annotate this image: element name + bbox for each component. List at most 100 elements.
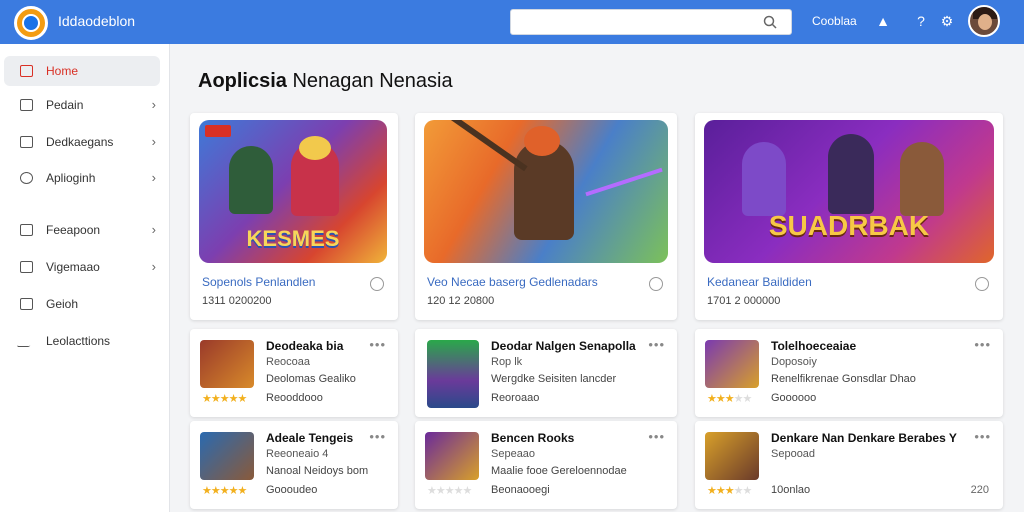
edit-icon xyxy=(16,335,37,347)
sidebar-item-home[interactable]: Home xyxy=(4,56,160,86)
app-thumbnail xyxy=(705,340,759,388)
sidebar-item-leolacttions[interactable]: Leolacttions xyxy=(4,326,160,356)
star-rating: ★★★★★ xyxy=(202,485,247,497)
app-count: 220 xyxy=(970,484,989,496)
featured-card[interactable]: SUADRBAK Kedanear Baildiden 1701 2 00000… xyxy=(695,113,1003,320)
app-description: Nanoal Neidoys bom xyxy=(266,465,369,477)
app-thumbnail xyxy=(200,340,254,388)
gear-icon[interactable]: ⚙ xyxy=(938,12,956,30)
app-title: Iddaodeblon xyxy=(58,13,136,29)
sidebar-item-label: Pedain xyxy=(46,98,84,112)
sidebar-item-label: Vigemaao xyxy=(46,260,100,274)
more-options-icon[interactable]: ••• xyxy=(369,429,386,444)
search-icon[interactable] xyxy=(763,15,777,29)
app-title: Deodar Nalgen Senapolla xyxy=(491,339,636,353)
app-description: Wergdke Seisiten lancder xyxy=(491,373,617,385)
sidebar-item-label: Home xyxy=(46,64,79,78)
app-subtitle: Reeoneaio 4 xyxy=(266,448,329,460)
list-item[interactable]: Deodar Nalgen Senapolla Rop lk Wergdke S… xyxy=(415,329,677,417)
featured-card[interactable]: Veo Necae baserg Gedlenadars 120 12 2080… xyxy=(415,113,677,320)
chevron-right-icon: › xyxy=(151,134,156,149)
app-footer: Reooddooo xyxy=(266,392,323,404)
app-footer: Reoroaao xyxy=(491,392,540,404)
list-item[interactable]: Tolelhoeceaiae Doposoiy Renelfikrenae Go… xyxy=(695,329,1003,417)
home-icon xyxy=(20,65,33,77)
sidebar: Home Pedain › Dedkaegans › Aplioginh › F… xyxy=(0,44,170,512)
app-subtitle: Reocoaa xyxy=(266,356,311,368)
star-rating: ★★★★★ xyxy=(202,393,247,405)
chevron-right-icon: › xyxy=(151,97,156,112)
featured-meta: 1311 0200200 xyxy=(202,295,272,307)
app-subtitle: Doposoiy xyxy=(771,356,817,368)
sidebar-item-vigemaao[interactable]: Vigemaao › xyxy=(4,252,160,282)
app-description: Maalie fooe Gereloennodae xyxy=(491,465,627,477)
star-rating: ★★★★★ xyxy=(427,485,472,497)
sidebar-item-label: Feeapoon xyxy=(46,223,101,237)
share-icon[interactable] xyxy=(975,277,989,291)
app-title: Adeale Tengeis xyxy=(266,431,354,445)
star-rating: ★★★★★ xyxy=(707,393,752,405)
chevron-right-icon: › xyxy=(151,222,156,237)
app-subtitle: Sepeaao xyxy=(491,448,536,460)
chevron-right-icon: › xyxy=(151,259,156,274)
page-title: Aoplicsia Nenagan Nenasia xyxy=(198,70,453,92)
app-description: Deolomas Gealiko xyxy=(266,373,356,385)
app-subtitle: Rop lk xyxy=(491,356,523,368)
document-icon xyxy=(20,99,33,111)
app-thumbnail xyxy=(705,432,759,480)
sidebar-item-label: Aplioginh xyxy=(46,171,96,185)
more-options-icon[interactable]: ••• xyxy=(974,429,991,444)
avatar[interactable] xyxy=(968,5,1000,37)
featured-meta: 120 12 20800 xyxy=(427,295,495,307)
help-icon[interactable]: ? xyxy=(912,12,930,30)
sidebar-item-feeapoon[interactable]: Feeapoon › xyxy=(4,215,160,245)
share-icon[interactable] xyxy=(370,277,384,291)
featured-card[interactable]: KESMES Sopenols Penlandlen 1311 0200200 xyxy=(190,113,398,320)
more-options-icon[interactable]: ••• xyxy=(974,337,991,352)
search-input[interactable] xyxy=(510,9,792,35)
user-icon[interactable]: ▲ xyxy=(874,12,892,30)
app-description: Renelfikrenae Gonsdlar Dhao xyxy=(771,373,916,385)
app-footer: Goooooo xyxy=(771,392,817,404)
chevron-right-icon: › xyxy=(151,170,156,185)
app-thumbnail xyxy=(427,340,479,408)
app-footer: Goooudeo xyxy=(266,484,318,496)
list-item[interactable]: Bencen Rooks Sepeaao Maalie fooe Gereloe… xyxy=(415,421,677,509)
more-options-icon[interactable]: ••• xyxy=(648,429,665,444)
list-item[interactable]: Adeale Tengeis Reeoneaio 4 Nanoal Neidoy… xyxy=(190,421,398,509)
sidebar-item-aplioginh[interactable]: Aplioginh › xyxy=(4,163,160,193)
app-title: Tolelhoeceaiae xyxy=(771,339,857,353)
app-footer: 10onlao xyxy=(771,484,811,496)
app-logo-icon[interactable] xyxy=(14,6,48,40)
app-thumbnail xyxy=(200,432,254,480)
more-options-icon[interactable]: ••• xyxy=(369,337,386,352)
more-options-icon[interactable]: ••• xyxy=(648,337,665,352)
compass-icon xyxy=(20,172,33,184)
top-bar: Iddaodeblon Cooblaa ▲ ? ⚙ xyxy=(0,0,1024,44)
app-title: Bencen Rooks xyxy=(491,431,575,445)
app-title: Denkare Nan Denkare Berabes Y xyxy=(771,431,957,445)
grid-icon xyxy=(20,136,33,148)
list-item[interactable]: Deodeaka bia Reocoaa Deolomas Gealiko ★★… xyxy=(190,329,398,417)
featured-title: Sopenols Penlandlen xyxy=(202,275,316,289)
game-banner-image xyxy=(424,120,668,263)
sidebar-item-pedain[interactable]: Pedain › xyxy=(4,90,160,120)
sidebar-item-label: Leolacttions xyxy=(46,334,111,348)
sidebar-item-dedkaegans[interactable]: Dedkaegans › xyxy=(4,127,160,157)
sidebar-item-label: Geioh xyxy=(46,297,79,311)
featured-title: Veo Necae baserg Gedlenadars xyxy=(427,275,598,289)
sidebar-item-label: Dedkaegans xyxy=(46,135,114,149)
game-banner-image: SUADRBAK xyxy=(704,120,994,263)
video-icon xyxy=(20,261,33,273)
sidebar-item-geioh[interactable]: Geioh xyxy=(4,289,160,319)
featured-meta: 1701 2 000000 xyxy=(707,295,781,307)
featured-title: Kedanear Baildiden xyxy=(707,275,812,289)
folder-icon xyxy=(20,224,33,236)
app-title: Deodeaka bia xyxy=(266,339,344,353)
list-item[interactable]: Denkare Nan Denkare Berabes Y Sepooad ★★… xyxy=(695,421,1003,509)
star-rating: ★★★★★ xyxy=(707,485,752,497)
app-subtitle: Sepooad xyxy=(771,448,816,460)
game-banner-image: KESMES xyxy=(199,120,387,263)
header-link[interactable]: Cooblaa xyxy=(812,14,857,28)
share-icon[interactable] xyxy=(649,277,663,291)
